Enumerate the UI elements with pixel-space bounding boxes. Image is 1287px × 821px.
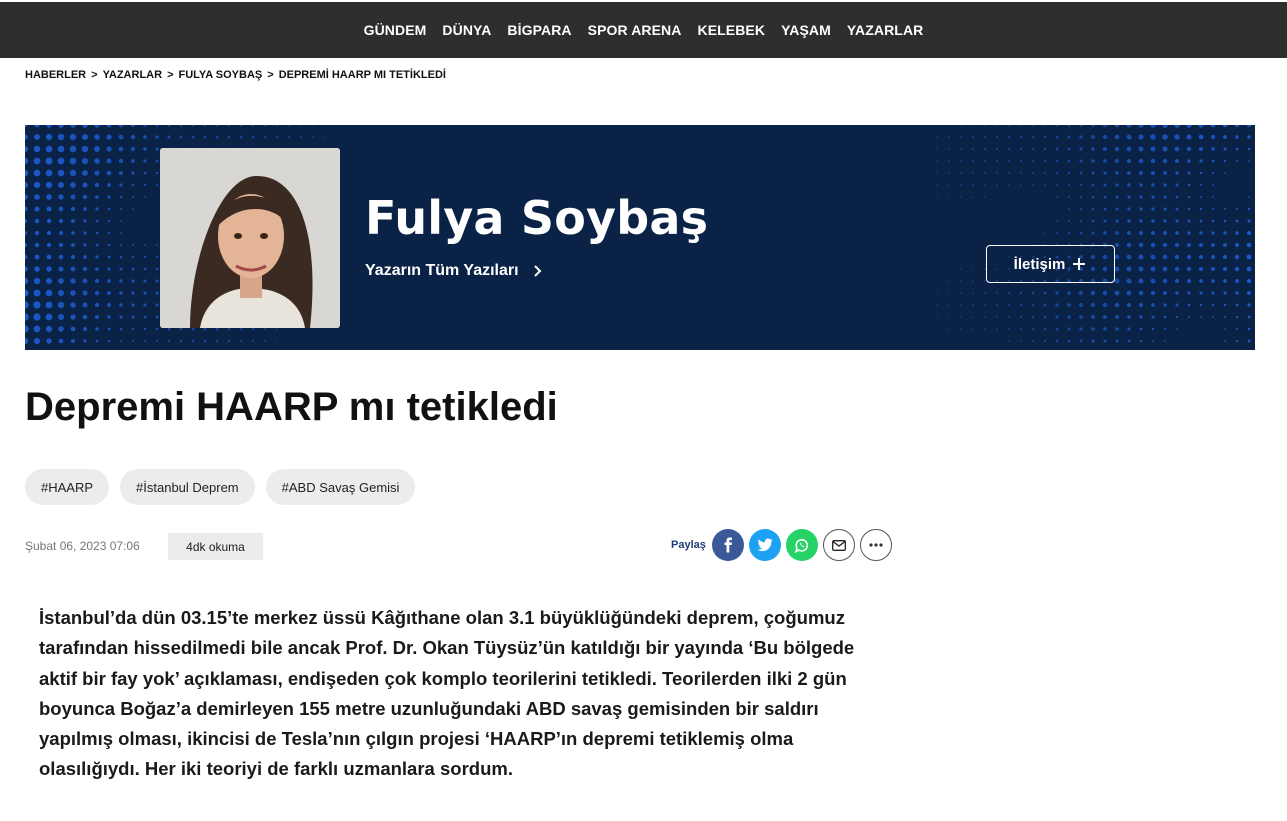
chevron-right-icon: > [91,69,98,81]
nav-item-bigpara[interactable]: BİGPARA [507,22,571,38]
nav-item-kelebek[interactable]: KELEBEK [697,22,765,38]
plus-icon [1073,258,1086,270]
mail-icon [831,539,846,551]
article-title: Depremi HAARP mı tetikledi [25,385,558,429]
article-date: Şubat 06, 2023 07:06 [25,539,140,553]
breadcrumb: HABERLER > YAZARLAR > FULYA SOYBAŞ > DEP… [25,69,446,81]
contact-button[interactable]: İletişim [986,245,1115,283]
twitter-share-button[interactable] [748,529,781,561]
facebook-share-button[interactable] [711,529,744,561]
author-name: Fulya Soybaş [365,191,709,245]
share-label: Paylaş [671,539,706,551]
whatsapp-share-button[interactable] [785,529,818,561]
breadcrumb-yazarlar[interactable]: YAZARLAR [103,69,163,81]
share-bar: Paylaş [671,529,892,561]
read-time-badge: 4dk okuma [168,533,263,560]
breadcrumb-author[interactable]: FULYA SOYBAŞ [179,69,263,81]
contact-button-label: İletişim [1013,255,1066,273]
whatsapp-icon [794,538,808,553]
author-avatar [160,148,340,328]
chevron-right-icon: > [167,69,174,81]
nav-item-gundem[interactable]: GÜNDEM [364,22,427,38]
email-share-button[interactable] [822,529,855,561]
chevron-right-icon [533,265,541,277]
author-all-posts-label: Yazarın Tüm Yazıları [365,262,519,279]
more-share-button[interactable] [859,529,892,561]
tag-haarp[interactable]: #HAARP [25,469,110,505]
breadcrumb-current: DEPREMİ HAARP MI TETİKLEDİ [278,69,446,81]
tag-istanbul-deprem[interactable]: #İstanbul Deprem [120,469,255,505]
nav-item-dunya[interactable]: DÜNYA [442,22,491,38]
author-banner: Fulya Soybaş Yazarın Tüm Yazıları İletiş… [25,125,1255,350]
twitter-icon [757,538,773,552]
breadcrumb-haberler[interactable]: HABERLER [25,69,86,81]
facebook-icon [724,537,732,553]
tag-abd-savas-gemisi[interactable]: #ABD Savaş Gemisi [265,469,416,505]
top-navigation: GÜNDEM DÜNYA BİGPARA SPOR ARENA KELEBEK … [0,2,1287,58]
author-all-posts-link[interactable]: Yazarın Tüm Yazıları [365,262,543,280]
chevron-right-icon: > [267,69,274,81]
nav-item-spor-arena[interactable]: SPOR ARENA [588,22,682,38]
nav-item-yasam[interactable]: YAŞAM [781,22,831,38]
more-icon [869,543,883,547]
article-body: İstanbul’da dün 03.15’te merkez üssü Kâğ… [39,607,855,780]
tag-list: #HAARP #İstanbul Deprem #ABD Savaş Gemis… [25,469,416,505]
nav-item-yazarlar[interactable]: YAZARLAR [847,22,924,38]
